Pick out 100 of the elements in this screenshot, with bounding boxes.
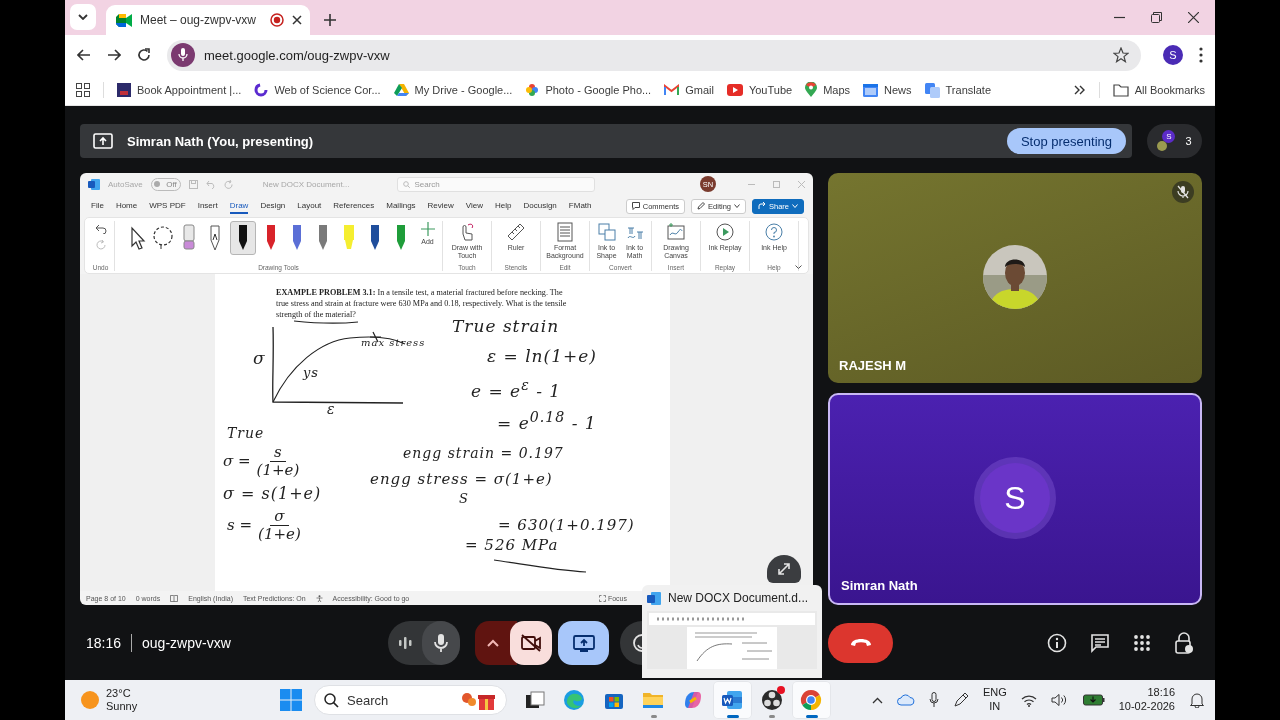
problem-text: EXAMPLE PROBLEM 3.1: In a tensile test, a material fractured before necking. The true stress and strain at fracture were 630 MPa and 0.18, respectively. What is the tensile strength of the material? xyxy=(276,287,568,320)
camera-off-button[interactable] xyxy=(510,620,552,665)
chat-icon[interactable] xyxy=(1090,632,1110,653)
apps-grid-icon[interactable] xyxy=(76,83,90,97)
undo-icon[interactable] xyxy=(94,224,107,234)
bookmark-link[interactable]: Maps xyxy=(805,82,851,98)
microphone-icon xyxy=(178,48,188,62)
sun-icon xyxy=(80,690,100,710)
presenter-label: Simran Nath (You, presenting) xyxy=(127,133,315,149)
back-icon[interactable] xyxy=(77,49,91,61)
battery-icon[interactable] xyxy=(1082,694,1105,706)
ribbon-tab[interactable]: Help xyxy=(495,198,512,214)
start-icon[interactable] xyxy=(280,689,302,711)
chevrons-right-icon[interactable] xyxy=(1073,85,1086,95)
caret-up-icon xyxy=(487,638,499,647)
ribbon-tab[interactable]: Home xyxy=(115,198,138,214)
close-icon[interactable] xyxy=(292,15,302,25)
forward-icon[interactable] xyxy=(107,49,121,61)
meeting-time: 18:16 xyxy=(86,634,122,651)
ribbon-tab[interactable]: FMath xyxy=(568,198,592,214)
ribbon-tab[interactable]: Docusign xyxy=(523,198,557,214)
pinwheel-icon xyxy=(525,83,540,97)
ribbon-tab[interactable]: Insert xyxy=(197,198,218,214)
pencil-icon xyxy=(697,202,706,210)
ribbon-tab[interactable]: Layout xyxy=(297,198,322,214)
triangle-logo-icon xyxy=(393,83,409,97)
star-icon[interactable] xyxy=(1113,47,1129,63)
ribbon-tab[interactable]: View xyxy=(465,198,483,214)
ribbon-tab[interactable]: File xyxy=(91,198,104,214)
system-clock[interactable]: 18:16 10-02-2026 xyxy=(1118,686,1175,714)
search-field[interactable]: Search xyxy=(397,176,596,192)
stop-presenting-button[interactable]: Stop presenting xyxy=(1006,128,1126,154)
handwritten-note: S xyxy=(459,492,469,505)
pen-icon[interactable] xyxy=(952,692,969,708)
handwritten-note: = 526 MPa xyxy=(465,538,559,553)
folder-icon xyxy=(642,690,665,710)
present-screen-button[interactable] xyxy=(558,620,609,665)
recorder-app-icon xyxy=(760,689,783,711)
tab-list-button[interactable] xyxy=(70,4,96,30)
info-icon[interactable] xyxy=(1047,632,1067,653)
square-logo-icon xyxy=(117,83,131,97)
ribbon-tab[interactable]: Draw xyxy=(229,198,249,214)
bookmark-link[interactable]: News xyxy=(863,83,912,97)
lock-icon[interactable] xyxy=(1174,631,1194,654)
gift-icon xyxy=(461,690,495,710)
microphone-button[interactable] xyxy=(422,620,460,665)
audio-bars-icon xyxy=(397,634,413,651)
mic-off-icon xyxy=(1177,185,1189,199)
browser-swirl-icon xyxy=(563,689,586,711)
more-menu-icon[interactable] xyxy=(1199,47,1203,63)
present-screen-icon xyxy=(572,633,595,652)
profile-avatar[interactable]: S xyxy=(1163,45,1183,65)
reaction-button[interactable] xyxy=(620,620,642,665)
handwritten-note: True strain xyxy=(452,318,560,335)
lasso-icon xyxy=(150,226,175,250)
book-icon xyxy=(170,594,179,602)
ribbon-tab[interactable]: Mailings xyxy=(386,198,416,214)
bookmark-link[interactable]: Book Appointment |... xyxy=(117,83,242,97)
search-field[interactable]: Search xyxy=(314,685,507,715)
close-icon[interactable] xyxy=(1188,12,1199,23)
grid-icon[interactable] xyxy=(1133,633,1151,652)
camera-options-button[interactable] xyxy=(475,620,517,665)
bookmark-link[interactable]: YouTube xyxy=(726,84,793,96)
restore-icon[interactable] xyxy=(1151,12,1162,23)
handwritten-note: engg strain = 0.197 xyxy=(403,446,564,460)
bookmark-link[interactable]: Gmail xyxy=(664,84,714,96)
cloud-icon[interactable] xyxy=(896,694,915,706)
taskbar-app[interactable] xyxy=(712,681,752,719)
browser-tab[interactable]: Meet – oug-zwpv-vxw xyxy=(106,5,310,35)
input-language[interactable]: ENG IN xyxy=(982,686,1007,714)
ink-pen-icon xyxy=(207,224,222,252)
ribbon-tab[interactable]: Review xyxy=(427,198,454,214)
volume-icon[interactable] xyxy=(1050,693,1069,707)
participants-button[interactable]: S 3 xyxy=(1147,124,1202,158)
window-preview[interactable]: New DOCX Document.d... xyxy=(642,585,822,678)
round-browser-icon xyxy=(800,689,823,711)
chevron-up-icon[interactable] xyxy=(871,696,883,704)
weather-widget[interactable]: 23°C Sunny xyxy=(80,686,280,714)
ribbon-tab[interactable]: References xyxy=(333,198,375,214)
bookmark-link[interactable]: Web of Science Cor... xyxy=(254,83,381,97)
microphone-icon[interactable] xyxy=(928,692,939,708)
folder-icon xyxy=(1112,83,1129,97)
end-call-button[interactable] xyxy=(828,622,893,663)
new-tab-icon[interactable] xyxy=(324,14,336,26)
reload-icon[interactable] xyxy=(137,48,151,62)
bookmark-link[interactable]: Photo - Google Pho... xyxy=(525,83,652,97)
bookmark-link[interactable]: My Drive - Google... xyxy=(393,83,513,97)
bookmark-link[interactable]: Translate xyxy=(924,82,991,98)
address-bar[interactable]: meet.google.com/oug-zwpv-vxw xyxy=(167,39,1141,71)
all-bookmarks-link[interactable]: All Bookmarks xyxy=(1112,83,1205,97)
smiley-icon xyxy=(632,633,642,652)
ribbon-tab[interactable]: Design xyxy=(260,198,286,214)
drawing-tool[interactable] xyxy=(229,221,256,255)
translate-icon xyxy=(924,82,940,98)
handwritten-note: = 630(1+0.197) xyxy=(498,518,635,533)
video-camera-icon xyxy=(116,13,132,27)
notification-bell-icon[interactable] xyxy=(1189,692,1205,708)
collapse-ribbon-icon[interactable] xyxy=(795,265,802,269)
wifi-icon[interactable] xyxy=(1020,693,1037,707)
ribbon-tab[interactable]: WPS PDF xyxy=(149,198,186,214)
